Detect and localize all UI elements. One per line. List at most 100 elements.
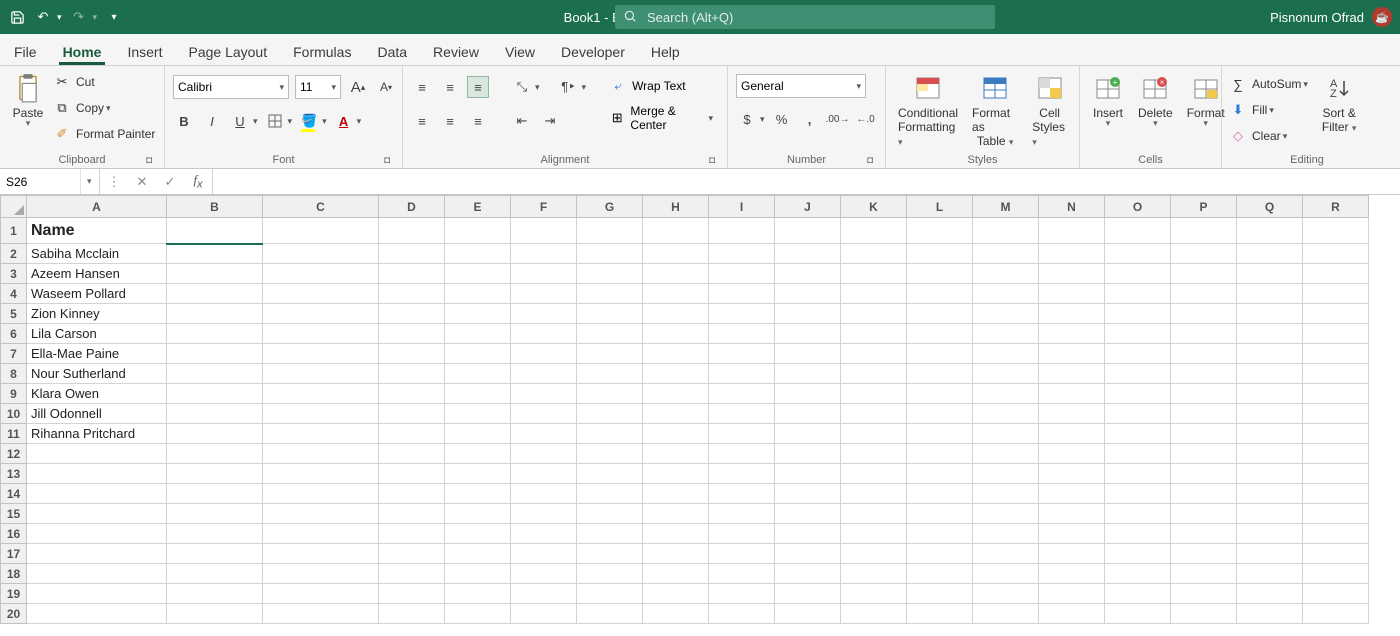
row-header-17[interactable]: 17 (1, 544, 27, 564)
cell-A1[interactable]: Name (27, 218, 167, 244)
redo-icon[interactable]: ↷ (70, 8, 88, 26)
cell-G3[interactable] (577, 264, 643, 284)
cell-H20[interactable] (643, 604, 709, 624)
cell-C4[interactable] (263, 284, 379, 304)
cell-R16[interactable] (1303, 524, 1369, 544)
cell-J10[interactable] (775, 404, 841, 424)
cell-L12[interactable] (907, 444, 973, 464)
name-box-input[interactable] (0, 175, 80, 189)
cell-F2[interactable] (511, 244, 577, 264)
cell-G19[interactable] (577, 584, 643, 604)
font-color-button[interactable]: A (333, 110, 355, 132)
cell-O17[interactable] (1105, 544, 1171, 564)
cell-J9[interactable] (775, 384, 841, 404)
font-size-select[interactable]: 11▾ (295, 75, 341, 99)
cell-J4[interactable] (775, 284, 841, 304)
cell-L6[interactable] (907, 324, 973, 344)
cell-L7[interactable] (907, 344, 973, 364)
cell-N11[interactable] (1039, 424, 1105, 444)
fill-button[interactable]: ⬇Fill▾ (1230, 98, 1308, 122)
row-header-3[interactable]: 3 (1, 264, 27, 284)
decrease-decimal-button[interactable]: ←.0 (855, 108, 877, 130)
cell-R11[interactable] (1303, 424, 1369, 444)
cell-C15[interactable] (263, 504, 379, 524)
cell-M6[interactable] (973, 324, 1039, 344)
cell-M16[interactable] (973, 524, 1039, 544)
cell-Q6[interactable] (1237, 324, 1303, 344)
percent-format-button[interactable]: % (771, 108, 793, 130)
cell-F5[interactable] (511, 304, 577, 324)
redo-dropdown[interactable]: ▾ (93, 12, 98, 23)
cell-L2[interactable] (907, 244, 973, 264)
cell-P20[interactable] (1171, 604, 1237, 624)
cell-K14[interactable] (841, 484, 907, 504)
cell-M15[interactable] (973, 504, 1039, 524)
menu-icon[interactable]: ⋮ (100, 174, 128, 190)
cell-C17[interactable] (263, 544, 379, 564)
cell-G7[interactable] (577, 344, 643, 364)
cell-J12[interactable] (775, 444, 841, 464)
chevron-down-icon[interactable]: ▾ (1269, 105, 1274, 116)
name-box[interactable]: ▾ (0, 169, 100, 194)
cell-K7[interactable] (841, 344, 907, 364)
cell-J6[interactable] (775, 324, 841, 344)
cell-G10[interactable] (577, 404, 643, 424)
cell-L10[interactable] (907, 404, 973, 424)
cell-L11[interactable] (907, 424, 973, 444)
cell-C2[interactable] (263, 244, 379, 264)
cell-A18[interactable] (27, 564, 167, 584)
row-header-7[interactable]: 7 (1, 344, 27, 364)
cell-K8[interactable] (841, 364, 907, 384)
cell-Q7[interactable] (1237, 344, 1303, 364)
orientation-button[interactable]: ⤡ (511, 76, 533, 98)
cell-L15[interactable] (907, 504, 973, 524)
cell-P8[interactable] (1171, 364, 1237, 384)
col-header-B[interactable]: B (167, 196, 263, 218)
cell-P14[interactable] (1171, 484, 1237, 504)
cell-P4[interactable] (1171, 284, 1237, 304)
cell-C3[interactable] (263, 264, 379, 284)
format-painter-button[interactable]: ✐Format Painter (54, 122, 155, 146)
cell-H13[interactable] (643, 464, 709, 484)
row-header-2[interactable]: 2 (1, 244, 27, 264)
cell-L1[interactable] (907, 218, 973, 244)
cell-D4[interactable] (379, 284, 445, 304)
cell-M9[interactable] (973, 384, 1039, 404)
cell-E12[interactable] (445, 444, 511, 464)
cell-J5[interactable] (775, 304, 841, 324)
cell-E9[interactable] (445, 384, 511, 404)
cell-F4[interactable] (511, 284, 577, 304)
row-header-12[interactable]: 12 (1, 444, 27, 464)
col-header-D[interactable]: D (379, 196, 445, 218)
row-header-20[interactable]: 20 (1, 604, 27, 624)
cell-O7[interactable] (1105, 344, 1171, 364)
col-header-F[interactable]: F (511, 196, 577, 218)
cell-O2[interactable] (1105, 244, 1171, 264)
autosum-button[interactable]: ∑AutoSum ▾ (1230, 72, 1308, 96)
cell-N19[interactable] (1039, 584, 1105, 604)
cell-B18[interactable] (167, 564, 263, 584)
cell-B7[interactable] (167, 344, 263, 364)
cell-N12[interactable] (1039, 444, 1105, 464)
cell-J14[interactable] (775, 484, 841, 504)
cell-H6[interactable] (643, 324, 709, 344)
cell-E10[interactable] (445, 404, 511, 424)
cell-O14[interactable] (1105, 484, 1171, 504)
cell-R1[interactable] (1303, 218, 1369, 244)
cell-I2[interactable] (709, 244, 775, 264)
underline-button[interactable]: U (229, 110, 251, 132)
cell-R4[interactable] (1303, 284, 1369, 304)
cell-N10[interactable] (1039, 404, 1105, 424)
number-format-select[interactable]: General▾ (736, 74, 866, 98)
tab-help[interactable]: Help (647, 38, 684, 65)
cell-M12[interactable] (973, 444, 1039, 464)
cell-B1[interactable] (167, 218, 263, 244)
cell-F9[interactable] (511, 384, 577, 404)
cell-P5[interactable] (1171, 304, 1237, 324)
chevron-down-icon[interactable]: ▾ (357, 116, 362, 127)
cell-C7[interactable] (263, 344, 379, 364)
cell-R9[interactable] (1303, 384, 1369, 404)
cell-N15[interactable] (1039, 504, 1105, 524)
fill-color-button[interactable]: 🪣 (298, 110, 320, 132)
cell-M3[interactable] (973, 264, 1039, 284)
